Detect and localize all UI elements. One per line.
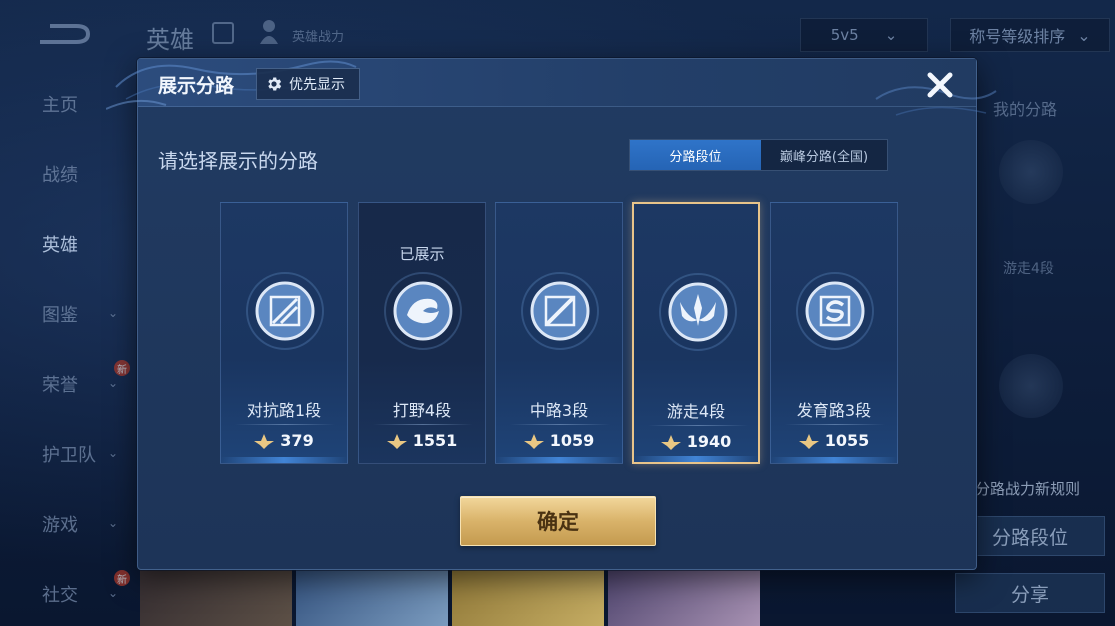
sort-select-value: 称号等级排序 <box>969 27 1066 46</box>
hero-power-icon <box>260 20 278 44</box>
lane-card-list: 对抗路1段 379 已展示 打野4段 1551 中路3段 1059 游走4段 1… <box>220 202 898 464</box>
lane-name: 对抗路1段 <box>246 401 322 420</box>
tab-peak-lane-national[interactable]: 巅峰分路(全国) <box>761 140 887 170</box>
sidebar-item-home[interactable]: 主页 <box>0 84 135 124</box>
divider <box>785 424 885 425</box>
lane-score-value: 1940 <box>686 432 732 451</box>
back-icon[interactable] <box>36 22 92 48</box>
divider <box>373 424 473 425</box>
lane-score-value: 379 <box>280 431 314 450</box>
divider <box>648 425 748 426</box>
lane-name: 游走4段 <box>666 402 726 421</box>
lane-card-mid[interactable]: 中路3段 1059 <box>495 202 623 464</box>
power-crest-icon <box>660 434 681 450</box>
my-lane-rank: 游走4段 <box>1003 261 1054 277</box>
roam-emblem-icon <box>659 273 737 351</box>
jungle-emblem-icon <box>384 272 462 350</box>
chevron-down-icon: ⌄ <box>108 306 119 320</box>
sidebar: 主页 战绩 英雄 图鉴 ⌄ 荣誉新 ⌄ 护卫队 ⌄ 游戏 ⌄ 社交新 ⌄ <box>0 70 135 626</box>
confirm-button[interactable]: 确定 <box>460 496 656 546</box>
lane-rank-button[interactable]: 分路段位 <box>955 516 1105 556</box>
hero-card[interactable] <box>608 568 760 626</box>
lane-score: 379 <box>221 431 347 450</box>
shown-status-label: 已展示 <box>399 245 445 263</box>
sidebar-item-guard-team[interactable]: 护卫队 ⌄ <box>0 434 135 474</box>
chevron-down-icon: ⌄ <box>884 26 898 44</box>
jungle-emblem-icon <box>999 354 1063 418</box>
sidebar-item-codex[interactable]: 图鉴 ⌄ <box>0 294 135 334</box>
new-badge: 新 <box>114 570 130 586</box>
dialog-subtitle: 请选择展示的分路 <box>158 149 318 173</box>
lane-score-value: 1059 <box>549 431 595 450</box>
sidebar-item-records[interactable]: 战绩 <box>0 154 135 194</box>
lane-card-roam[interactable]: 游走4段 1940 <box>632 202 760 464</box>
lane-name: 中路3段 <box>529 401 589 420</box>
divider <box>510 424 610 425</box>
chevron-down-icon: ⌄ <box>1077 25 1091 45</box>
hero-card[interactable] <box>452 568 604 626</box>
hero-card[interactable] <box>140 568 292 626</box>
farm-lane-emblem-icon <box>796 272 874 350</box>
sidebar-item-heroes[interactable]: 英雄 <box>0 224 135 264</box>
sidebar-item-games[interactable]: 游戏 ⌄ <box>0 504 135 544</box>
hero-power-label[interactable]: 英雄战力 <box>292 26 344 45</box>
chevron-down-icon: ⌄ <box>108 446 119 460</box>
hero-card[interactable] <box>296 568 448 626</box>
priority-display-button[interactable]: 优先显示 <box>256 68 360 100</box>
dialog-header: 展示分路 优先显示 <box>106 59 997 116</box>
lane-mode-tabs: 分路段位 巅峰分路(全国) <box>629 139 888 171</box>
lane-score: 1055 <box>771 431 897 450</box>
card-glow <box>496 457 622 463</box>
lane-score: 1551 <box>359 431 485 450</box>
lane-score: 1940 <box>634 432 758 451</box>
mode-select[interactable]: 5v5 ⌄ <box>800 18 928 52</box>
lane-card-farm[interactable]: 发育路3段 1055 <box>770 202 898 464</box>
list-icon[interactable] <box>212 22 234 44</box>
sidebar-item-social[interactable]: 社交新 ⌄ <box>0 570 135 614</box>
close-icon[interactable] <box>922 67 958 103</box>
mode-select-value: 5v5 <box>830 26 859 44</box>
lane-card-clash[interactable]: 对抗路1段 379 <box>220 202 348 464</box>
hero-card-strip <box>140 568 760 626</box>
page-title: 英雄 <box>146 26 194 54</box>
gear-icon <box>268 77 282 91</box>
lane-score-value: 1055 <box>824 431 870 450</box>
priority-display-label: 优先显示 <box>289 77 345 93</box>
lane-score-value: 1551 <box>412 431 458 450</box>
sort-select[interactable]: 称号等级排序 ⌄ <box>950 18 1110 52</box>
power-crest-icon <box>254 433 275 449</box>
dialog-title: 展示分路 <box>158 75 235 97</box>
mid-lane-emblem-icon <box>521 272 599 350</box>
lane-name: 打野4段 <box>392 401 452 420</box>
card-glow <box>221 457 347 463</box>
my-lane-panel: 我的分路 游走4段 分路战力新规则 分路段位 分享 <box>955 70 1115 626</box>
lane-power-rule-link[interactable]: 分路战力新规则 <box>975 478 1080 499</box>
chevron-down-icon: ⌄ <box>108 376 119 390</box>
new-badge: 新 <box>114 360 130 376</box>
clash-lane-emblem-icon <box>246 272 324 350</box>
divider <box>235 424 335 425</box>
lane-name: 发育路3段 <box>796 401 872 420</box>
my-lane-title: 我的分路 <box>993 100 1058 119</box>
card-glow <box>634 456 758 462</box>
share-button[interactable]: 分享 <box>955 573 1105 613</box>
roam-emblem-icon <box>999 140 1063 204</box>
sidebar-item-honor[interactable]: 荣誉新 ⌄ <box>0 360 135 404</box>
lane-score: 1059 <box>496 431 622 450</box>
tab-lane-rank[interactable]: 分路段位 <box>630 140 761 170</box>
chevron-down-icon: ⌄ <box>108 586 119 600</box>
chevron-down-icon: ⌄ <box>108 516 119 530</box>
power-crest-icon <box>386 433 407 449</box>
display-lane-dialog: 展示分路 优先显示 请选择展示的分路 分路段位 巅峰分路(全国) 对抗路1段 3… <box>106 58 997 570</box>
lane-card-jungle[interactable]: 已展示 打野4段 1551 <box>358 202 486 464</box>
power-crest-icon <box>523 433 544 449</box>
power-crest-icon <box>798 433 819 449</box>
card-glow <box>771 457 897 463</box>
